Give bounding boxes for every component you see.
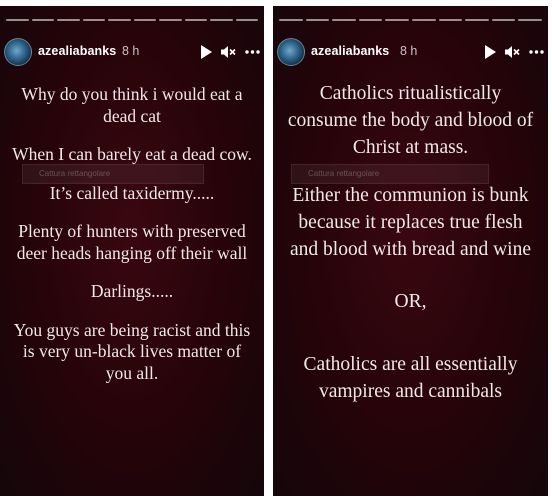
progress-segment bbox=[465, 19, 489, 21]
story-paragraph: Either the communion is bunk because it … bbox=[290, 185, 531, 260]
story-paragraph: Catholics ritualistically consume the bo… bbox=[287, 83, 534, 158]
progress-segment bbox=[332, 19, 356, 21]
progress-segment bbox=[491, 19, 516, 21]
story-header: azealiabanks 8 h bbox=[277, 38, 544, 68]
story-paragraph: Plenty of hunters with preserved deer he… bbox=[16, 221, 248, 263]
story-paragraph: OR, bbox=[394, 291, 427, 312]
story-panel-right[interactable]: azealiabanks 8 h Cattura rettangolare Ca… bbox=[273, 6, 548, 496]
story-text: Catholics ritualistically consume the bo… bbox=[273, 80, 548, 405]
story-progress-bar bbox=[6, 19, 258, 21]
story-paragraph: When I can barely eat a dead cow. bbox=[12, 144, 252, 164]
progress-segment bbox=[411, 19, 436, 21]
more-options-icon[interactable] bbox=[244, 43, 260, 61]
story-paragraph: Darlings..... bbox=[90, 281, 174, 301]
speaker-muted-icon[interactable] bbox=[504, 43, 520, 61]
progress-segment bbox=[305, 19, 330, 21]
timestamp: 8 h bbox=[400, 44, 418, 58]
speaker-muted-icon[interactable] bbox=[220, 43, 236, 61]
progress-segment bbox=[358, 19, 383, 21]
story-paragraph: Why do you think i would eat a dead cat bbox=[21, 84, 243, 126]
progress-segment bbox=[184, 19, 207, 21]
progress-segment bbox=[159, 19, 182, 21]
progress-segment bbox=[31, 19, 54, 21]
story-paragraph: You guys are being racist and this is ve… bbox=[13, 319, 251, 383]
username[interactable]: azealiabanks bbox=[311, 44, 389, 58]
avatar[interactable] bbox=[277, 38, 305, 66]
timestamp: 8 h bbox=[122, 44, 140, 58]
progress-segment bbox=[235, 19, 258, 21]
avatar[interactable] bbox=[4, 38, 32, 66]
story-progress-bar bbox=[279, 19, 542, 21]
story-text: Why do you think i would eat a dead cat … bbox=[0, 84, 264, 384]
progress-segment bbox=[57, 19, 80, 21]
play-icon[interactable] bbox=[482, 43, 498, 61]
progress-segment bbox=[210, 19, 233, 21]
story-panel-left[interactable]: azealiabanks 8 h Cattura rettangolare Wh… bbox=[0, 6, 264, 496]
progress-segment bbox=[108, 19, 131, 21]
progress-segment bbox=[279, 19, 303, 21]
story-paragraph: It’s called taxidermy..... bbox=[49, 182, 215, 203]
progress-segment bbox=[385, 19, 409, 21]
username[interactable]: azealiabanks bbox=[38, 44, 116, 58]
story-header: azealiabanks 8 h bbox=[4, 38, 260, 68]
progress-segment bbox=[518, 19, 542, 21]
progress-segment bbox=[82, 19, 105, 21]
more-options-icon[interactable] bbox=[528, 43, 544, 61]
progress-segment bbox=[133, 19, 156, 21]
play-icon[interactable] bbox=[198, 43, 214, 61]
story-paragraph: Catholics are all essentially vampires a… bbox=[303, 354, 518, 402]
progress-segment bbox=[6, 19, 29, 21]
progress-segment bbox=[438, 19, 463, 21]
